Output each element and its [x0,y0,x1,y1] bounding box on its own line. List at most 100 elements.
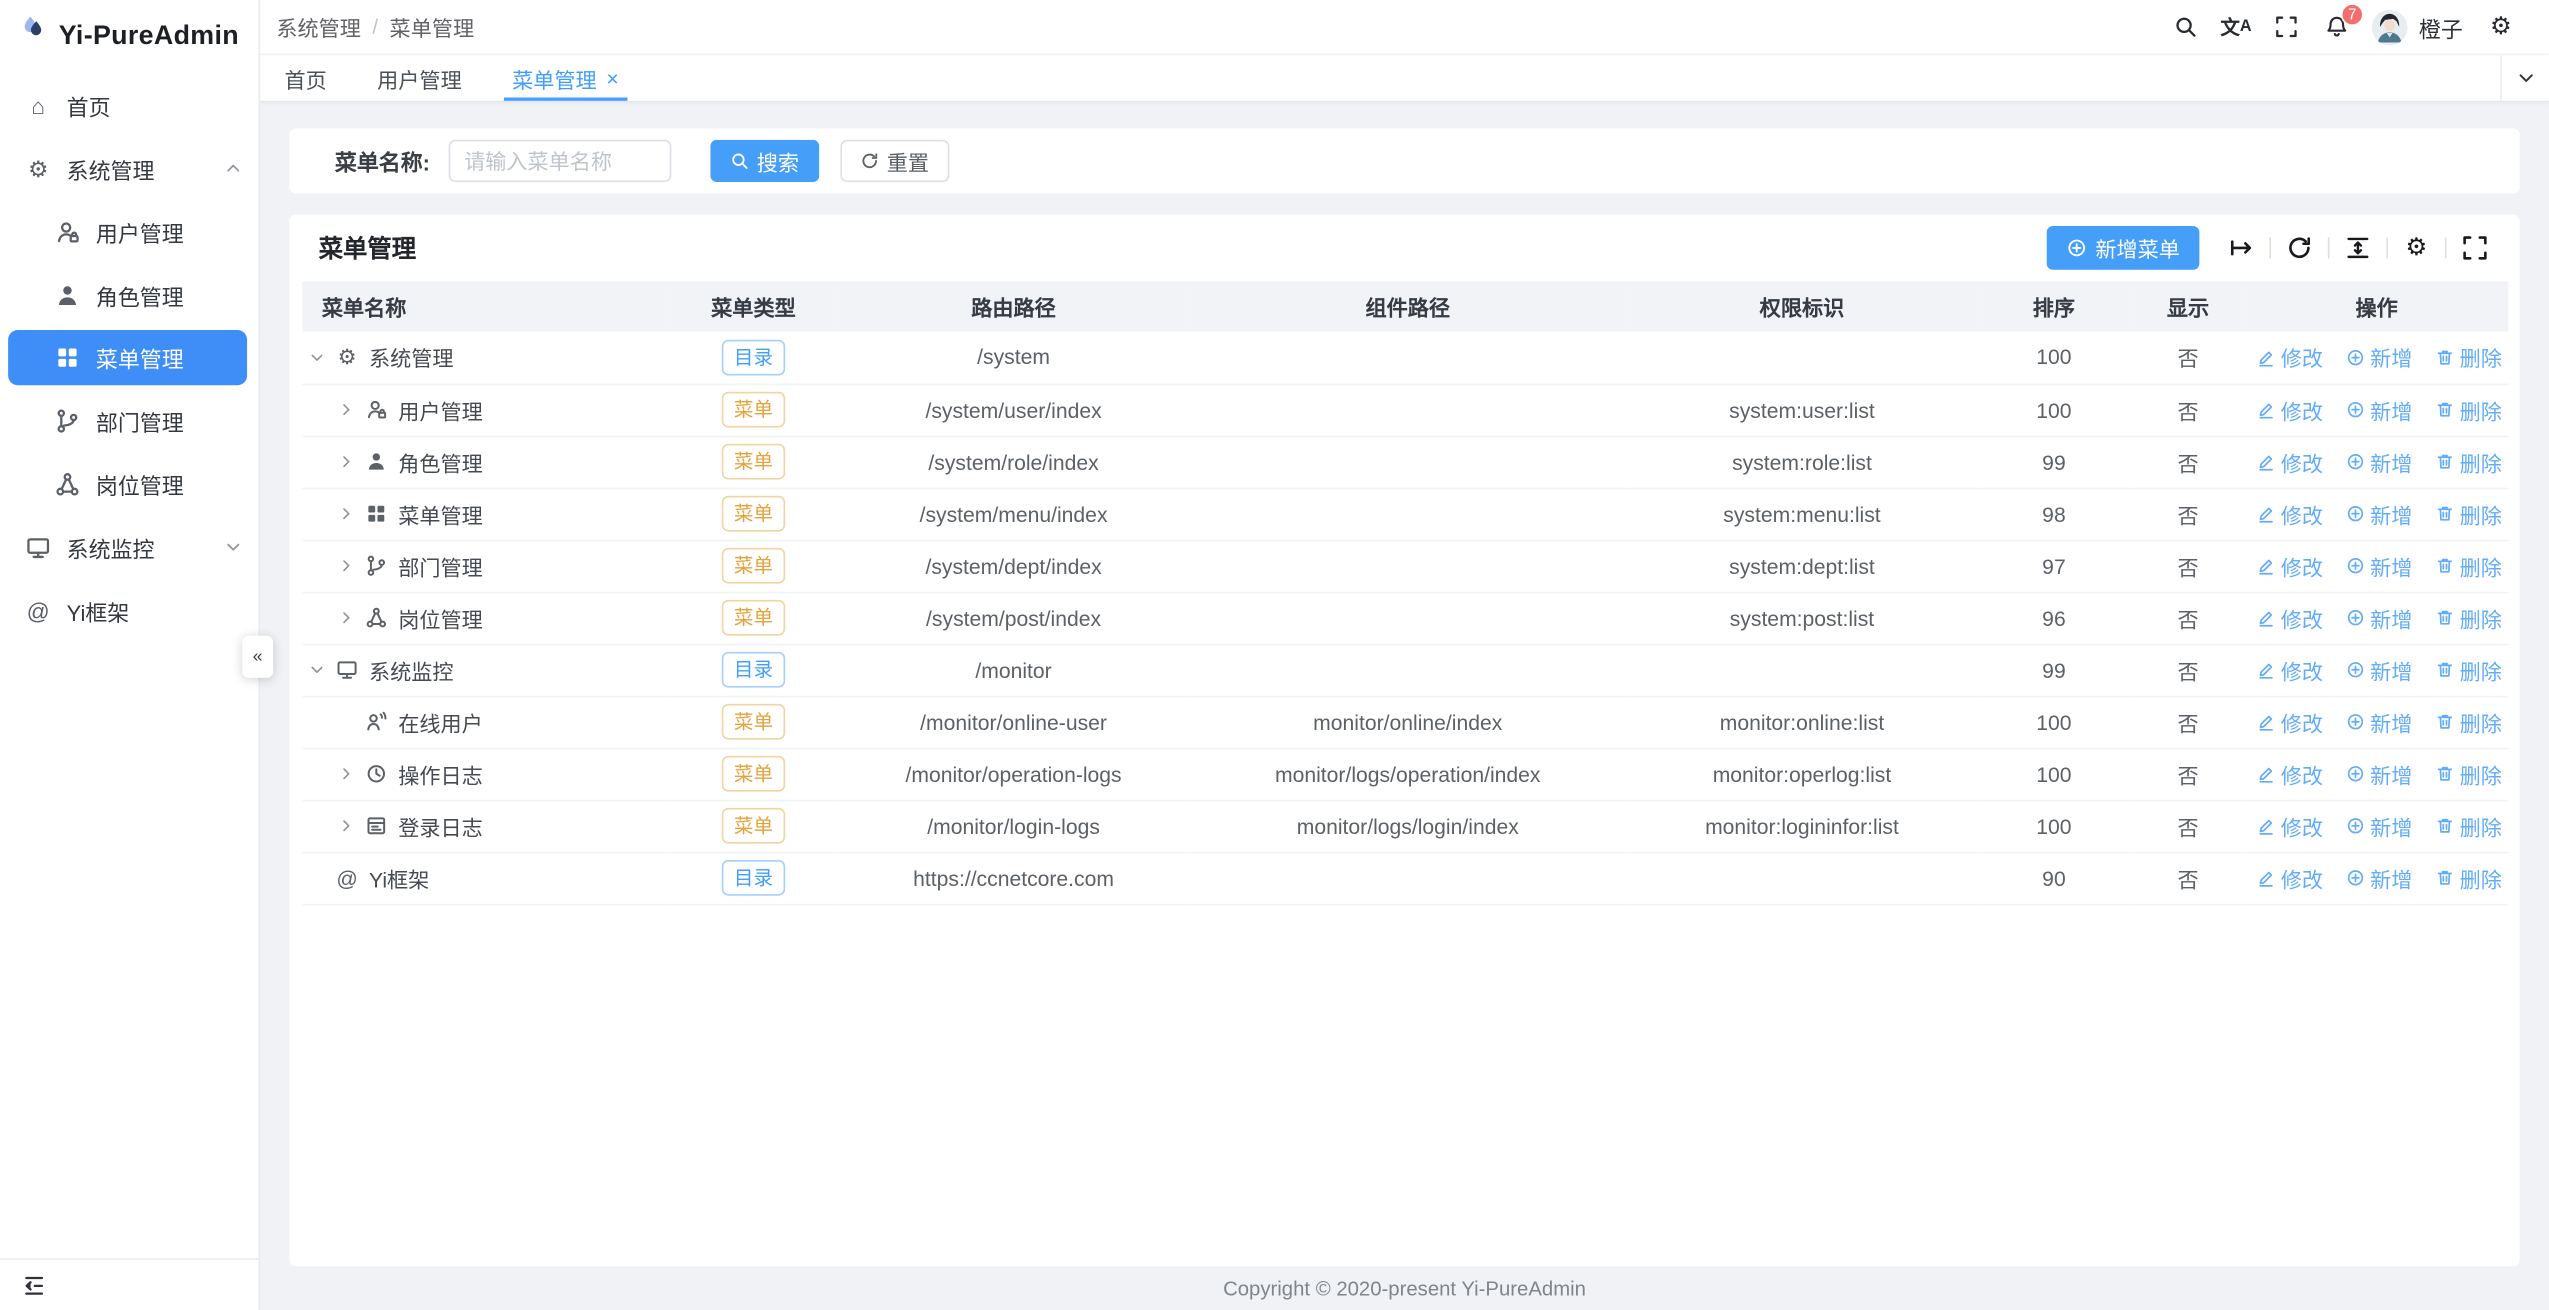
row-edit-link[interactable]: 修改 [2256,498,2323,529]
row-edit-link[interactable]: 修改 [2256,550,2323,581]
row-edit-link[interactable]: 修改 [2256,654,2323,685]
chevron-right-icon[interactable] [338,764,364,784]
chevron-down-icon[interactable] [309,347,335,367]
notification-badge: 7 [2341,2,2364,25]
app-logo[interactable]: Yi-PureAdmin [0,0,258,65]
sidebar-collapse-fab[interactable]: « [242,636,273,678]
close-icon[interactable]: × [606,66,618,90]
avatar[interactable] [2372,9,2408,45]
sidebar-item-yi-framework[interactable]: @Yi框架 [0,579,258,642]
row-add-link[interactable]: 新增 [2346,758,2413,789]
row-edit-link[interactable]: 修改 [2256,758,2323,789]
row-add-link[interactable]: 新增 [2346,550,2413,581]
row-edit-link[interactable]: 修改 [2256,446,2323,477]
sidebar-item-home[interactable]: ⌂首页 [0,73,258,136]
fullscreen-icon[interactable] [2461,234,2489,262]
edit-pen-icon [2256,660,2276,680]
chevron-right-icon[interactable] [338,452,364,472]
add-menu-button[interactable]: 新增菜单 [2047,226,2200,270]
row-delete-link[interactable]: 删除 [2435,342,2502,373]
row-delete-link[interactable]: 删除 [2435,810,2502,841]
notification-bell-icon[interactable]: 7 [2312,2,2362,51]
sidebar-item-role-admin[interactable]: 角色管理 [0,263,258,326]
visible-cell: 否 [2131,384,2245,436]
row-delete-link[interactable]: 删除 [2435,758,2502,789]
column-settings-gear-icon[interactable]: ⚙ [2403,234,2431,262]
action-label: 新增 [2370,342,2412,373]
translate-icon[interactable]: 文A [2211,2,2261,51]
chevron-right-icon[interactable] [338,400,364,420]
component-cell [1188,852,1627,904]
chevron-right-icon[interactable] [338,816,364,836]
row-add-link[interactable]: 新增 [2346,810,2413,841]
tab-home[interactable]: 首页 [276,55,335,101]
settings-gear-icon[interactable]: ⚙ [2476,2,2526,51]
row-edit-link[interactable]: 修改 [2256,706,2323,737]
breadcrumb-item[interactable]: 系统管理 [276,11,361,42]
row-add-link[interactable]: 新增 [2346,394,2413,425]
table-header-row: 菜单名称 菜单类型 路由路径 组件路径 权限标识 排序 显示 操作 [302,281,2508,331]
row-edit-link[interactable]: 修改 [2256,394,2323,425]
row-edit-link[interactable]: 修改 [2256,810,2323,841]
row-delete-link[interactable]: 删除 [2435,862,2502,893]
tab-menu-admin[interactable]: 菜单管理× [504,55,627,101]
route-cell: /monitor/online-user [839,696,1189,748]
route-cell: /system/role/index [839,436,1189,488]
row-delete-link[interactable]: 删除 [2435,654,2502,685]
tabs-more-button[interactable] [2500,55,2549,101]
sidebar-item-menu-admin[interactable]: 菜单管理 [8,330,247,385]
row-add-link[interactable]: 新增 [2346,446,2413,477]
reset-button[interactable]: 重置 [840,140,949,182]
collapse-sidebar-icon[interactable] [21,1272,47,1298]
table-tools: 新增菜单 ⚙ [2047,226,2497,270]
row-add-link[interactable]: 新增 [2346,654,2413,685]
refresh-icon[interactable] [2286,234,2314,262]
user-icon [364,398,388,421]
row-add-link[interactable]: 新增 [2346,602,2413,633]
search-button[interactable]: 搜索 [710,140,819,182]
username[interactable]: 橙子 [2419,11,2463,44]
main-area: 系统管理 / 菜单管理 文A 7 [260,0,2549,1310]
row-delete-link[interactable]: 删除 [2435,602,2502,633]
fullscreen-icon[interactable] [2261,2,2311,51]
sort-cell: 99 [1977,644,2131,696]
menu-type-cell: 菜单 [668,748,839,800]
table-card: 菜单管理 新增菜单 ⚙ [289,215,2519,1267]
row-delete-link[interactable]: 删除 [2435,550,2502,581]
topbar-actions: 文A 7 [2160,2,2526,51]
row-edit-link[interactable]: 修改 [2256,602,2323,633]
topbar: 系统管理 / 菜单管理 文A 7 [260,0,2549,55]
col-route-path: 路由路径 [839,281,1189,331]
row-add-link[interactable]: 新增 [2346,706,2413,737]
sidebar-item-system[interactable]: ⚙系统管理 [0,137,258,200]
sidebar-item-user-admin[interactable]: 用户管理 [0,200,258,263]
row-delete-link[interactable]: 删除 [2435,446,2502,477]
density-icon[interactable] [2344,234,2372,262]
chevron-down-icon[interactable] [309,660,335,680]
type-badge: 菜单 [723,444,785,480]
row-delete-link[interactable]: 删除 [2435,394,2502,425]
plus-circle-icon [2346,608,2366,628]
trash-icon [2435,556,2455,576]
row-edit-link[interactable]: 修改 [2256,342,2323,373]
menu-name-input[interactable] [448,140,671,182]
tab-user-admin[interactable]: 用户管理 [369,55,470,101]
row-add-link[interactable]: 新增 [2346,862,2413,893]
chevron-right-icon[interactable] [338,556,364,576]
expand-columns-icon[interactable] [2227,234,2255,262]
search-icon[interactable] [2160,2,2210,51]
permission-cell: system:user:list [1627,384,1977,436]
sidebar-item-dept-admin[interactable]: 部门管理 [0,389,258,452]
row-add-link[interactable]: 新增 [2346,342,2413,373]
menu-type-cell: 菜单 [668,696,839,748]
component-cell [1188,436,1627,488]
row-delete-link[interactable]: 删除 [2435,706,2502,737]
type-badge: 菜单 [723,392,785,428]
row-add-link[interactable]: 新增 [2346,498,2413,529]
sidebar-item-monitor[interactable]: 系统监控 [0,515,258,578]
row-delete-link[interactable]: 删除 [2435,498,2502,529]
row-edit-link[interactable]: 修改 [2256,862,2323,893]
chevron-right-icon[interactable] [338,608,364,628]
chevron-right-icon[interactable] [338,504,364,524]
sidebar-item-post-admin[interactable]: 岗位管理 [0,452,258,515]
